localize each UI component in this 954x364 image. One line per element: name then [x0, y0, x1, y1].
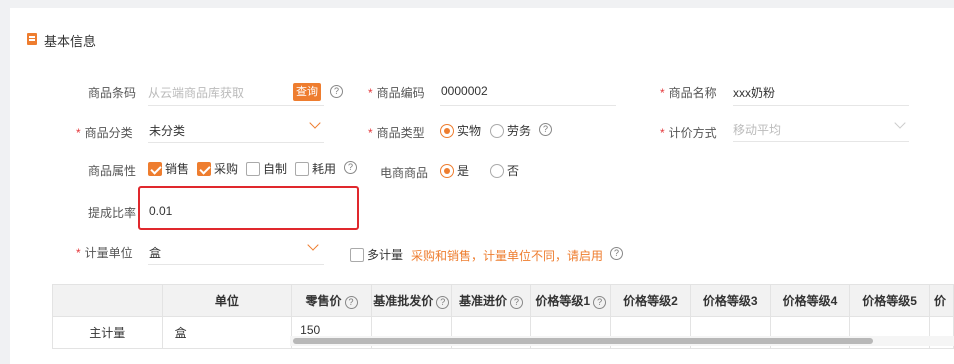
multi-unit-help-icon[interactable]: ? — [610, 247, 623, 260]
attr-option-sales[interactable]: 销售 — [148, 160, 189, 177]
table-header-row: 单位 零售价? 基准批发价? 基准进价? 价格等级1? 价格等级2 价格等级3 … — [52, 284, 954, 317]
pricing-placeholder: 移动平均 — [733, 123, 782, 137]
table-header: 价 — [929, 284, 954, 317]
table-header: 基准进价? — [450, 284, 532, 317]
radio-checked-icon — [440, 123, 454, 138]
table-header: 基准批发价? — [370, 284, 452, 317]
attr-option-consume[interactable]: 耗用 — [295, 160, 336, 177]
commission-label: 提成比率 — [88, 206, 137, 220]
attributes-label: 商品属性 — [88, 164, 137, 178]
table-header: 价格等级5 — [849, 284, 930, 317]
section-title: 基本信息 — [44, 34, 97, 49]
name-value: xxx奶粉 — [733, 86, 776, 100]
attributes-help-icon[interactable]: ? — [344, 161, 357, 174]
category-label: * 商品分类 — [76, 126, 133, 140]
chevron-down-icon — [307, 239, 319, 251]
unit-select[interactable]: 盒 — [148, 237, 324, 265]
barcode-help-icon[interactable]: ? — [330, 85, 343, 98]
radio-checked-icon — [440, 163, 454, 178]
checkbox-unchecked-icon — [246, 161, 260, 176]
document-icon — [27, 33, 37, 45]
code-value: 0000002 — [441, 84, 488, 98]
attr-option-purchase[interactable]: 采购 — [197, 160, 238, 177]
category-value: 未分类 — [149, 124, 186, 138]
table-cell: 主计量 — [52, 316, 163, 349]
checkbox-unchecked-icon — [350, 247, 364, 262]
radio-unchecked-icon — [490, 123, 504, 138]
type-label: * 商品类型 — [368, 126, 425, 140]
chevron-down-icon — [309, 117, 321, 129]
unit-value: 盒 — [149, 246, 162, 260]
retail-help-icon[interactable]: ? — [344, 296, 358, 309]
radio-unchecked-icon — [490, 163, 504, 178]
multi-unit-note: 采购和销售，计量单位不同，请启用 — [411, 249, 604, 263]
chevron-down-icon — [894, 117, 906, 129]
pricing-select[interactable]: 移动平均 — [733, 114, 909, 142]
wholesale-help-icon[interactable]: ? — [436, 296, 450, 309]
table-cell[interactable]: 盒 — [161, 316, 293, 349]
ecommerce-label: 电商商品 — [380, 166, 429, 180]
query-button[interactable]: 查询 — [293, 83, 321, 101]
ecommerce-option-no[interactable]: 否 — [490, 162, 519, 179]
category-select[interactable]: 未分类 — [148, 115, 324, 143]
unit-label: * 计量单位 — [76, 246, 133, 260]
purchase-help-icon[interactable]: ? — [510, 296, 524, 309]
table-header: 价格等级1? — [530, 284, 612, 317]
type-option-service[interactable]: 劳务 — [490, 122, 531, 139]
checkbox-checked-icon — [148, 161, 162, 176]
table-header: 单位 — [161, 284, 293, 317]
horizontal-scrollbar-thumb[interactable] — [293, 338, 873, 344]
highlight-box — [138, 186, 359, 230]
table-header: 价格等级4 — [769, 284, 851, 317]
pricing-label: * 计价方式 — [660, 126, 717, 140]
type-option-physical[interactable]: 实物 — [440, 122, 481, 139]
name-field[interactable]: xxx奶粉 — [733, 78, 909, 106]
table-header: 零售价? — [291, 284, 372, 317]
checkbox-checked-icon — [197, 161, 211, 176]
type-help-icon[interactable]: ? — [539, 123, 552, 136]
ecommerce-option-yes[interactable]: 是 — [440, 162, 469, 179]
table-header: 价格等级2 — [610, 284, 691, 317]
name-label: * 商品名称 — [660, 86, 717, 100]
level1-help-icon[interactable]: ? — [593, 296, 607, 309]
barcode-placeholder: 从云端商品库获取 — [148, 86, 245, 100]
table-header: 价格等级3 — [689, 284, 771, 317]
code-field[interactable]: 0000002 — [440, 78, 616, 106]
multi-unit-checkbox[interactable]: 多计量 — [350, 246, 403, 263]
attr-option-selfmade[interactable]: 自制 — [246, 160, 287, 177]
table-header — [52, 284, 163, 317]
checkbox-unchecked-icon — [295, 161, 309, 176]
code-label: * 商品编码 — [368, 86, 425, 100]
barcode-label: 商品条码 — [88, 86, 137, 100]
